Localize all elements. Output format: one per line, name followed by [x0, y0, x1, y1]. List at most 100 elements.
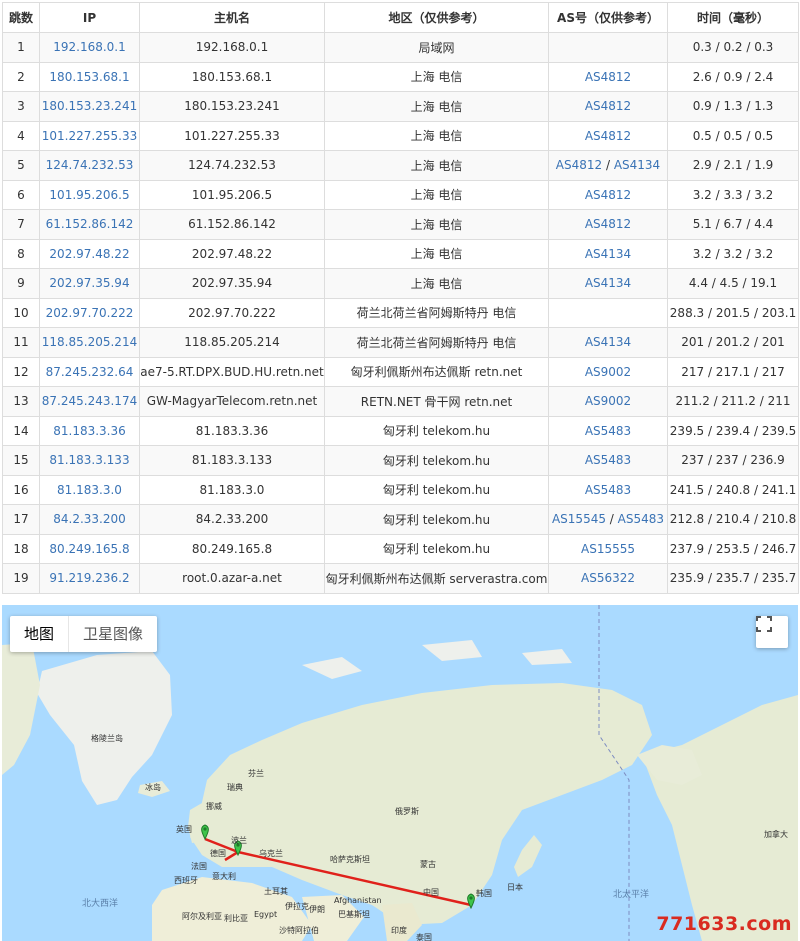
- label-italy: 意大利: [212, 872, 236, 881]
- cell-hostname: 81.183.3.0: [139, 474, 325, 505]
- cell-ip-text[interactable]: 81.183.3.133: [49, 453, 129, 467]
- cell-ip-text[interactable]: 101.227.255.33: [42, 129, 137, 143]
- as-link[interactable]: AS4812: [556, 158, 602, 172]
- cell-hostname-text: 101.95.206.5: [191, 187, 273, 202]
- cell-ip-text[interactable]: 101.95.206.5: [49, 188, 129, 202]
- cell-as: AS9002: [548, 356, 668, 387]
- cell-hostname-text: 81.183.3.133: [191, 453, 273, 468]
- cell-region: 上海 电信: [324, 179, 549, 210]
- cell-hop-text: 14: [13, 423, 29, 438]
- cell-ip: 202.97.35.94: [39, 268, 140, 299]
- cell-region: 匈牙利 telekom.hu: [324, 415, 549, 446]
- fullscreen-button[interactable]: [756, 616, 788, 648]
- cell-ip-text[interactable]: 80.249.165.8: [49, 542, 129, 556]
- cell-hostname-text: 202.97.35.94: [191, 276, 273, 291]
- cell-ip-text[interactable]: 202.97.48.22: [49, 247, 129, 261]
- cell-hop: 15: [2, 445, 40, 476]
- cell-time-text: 237 / 237 / 236.9: [681, 453, 785, 468]
- cell-region-text: 上海 电信: [410, 247, 463, 262]
- label-france: 法国: [191, 862, 207, 871]
- as-link[interactable]: AS56322: [581, 571, 635, 585]
- label-korea: 韩国: [476, 889, 492, 898]
- table-row: 4 101.227.255.33 101.227.255.33 上海 电信 AS4812…: [2, 120, 799, 151]
- cell-region-text: 上海 电信: [410, 276, 463, 291]
- as-link[interactable]: AS4812: [585, 129, 631, 143]
- as-link[interactable]: AS9002: [585, 365, 631, 379]
- cell-hostname: 124.74.232.53: [139, 150, 325, 181]
- label-thailand: 泰国: [416, 933, 432, 941]
- cell-hostname-text: 101.227.255.33: [184, 128, 280, 143]
- cell-hop: 18: [2, 533, 40, 564]
- cell-time: 4.4 / 4.5 / 19.1: [667, 268, 799, 299]
- as-link[interactable]: AS4134: [585, 247, 631, 261]
- cell-ip-text[interactable]: 180.153.68.1: [49, 70, 129, 84]
- cell-region: 上海 电信: [324, 61, 549, 92]
- cell-time: 212.8 / 210.4 / 210.8: [667, 504, 799, 535]
- cell-time-text: 2.9 / 2.1 / 1.9: [692, 158, 774, 173]
- cell-region-text: 上海 电信: [410, 158, 463, 173]
- cell-hop-text: 1: [17, 40, 25, 55]
- as-link[interactable]: AS5483: [585, 483, 631, 497]
- as-link[interactable]: AS4812: [585, 99, 631, 113]
- tab-map[interactable]: 地图: [10, 616, 68, 652]
- cell-hostname-text: 84.2.33.200: [195, 512, 269, 527]
- cell-ip-text[interactable]: 202.97.35.94: [49, 276, 129, 290]
- cell-time-text: 2.6 / 0.9 / 2.4: [692, 69, 774, 84]
- label-iran: 伊朗: [309, 905, 325, 914]
- cell-region-text: 上海 电信: [410, 70, 463, 85]
- cell-ip-text[interactable]: 202.97.70.222: [46, 306, 134, 320]
- cell-ip-text[interactable]: 180.153.23.241: [42, 99, 137, 113]
- as-link[interactable]: AS15555: [581, 542, 635, 556]
- as-link[interactable]: AS15545: [552, 512, 606, 526]
- cell-ip-text[interactable]: 61.152.86.142: [46, 217, 134, 231]
- cell-as: [548, 297, 668, 328]
- cell-time-text: 241.5 / 240.8 / 241.1: [669, 482, 797, 497]
- as-link[interactable]: AS5483: [618, 512, 664, 526]
- as-link[interactable]: AS5483: [585, 424, 631, 438]
- cell-time: 2.9 / 2.1 / 1.9: [667, 150, 799, 181]
- as-link[interactable]: AS9002: [585, 394, 631, 408]
- as-link[interactable]: AS4812: [585, 217, 631, 231]
- cell-hostname: 61.152.86.142: [139, 209, 325, 240]
- cell-region: 上海 电信: [324, 91, 549, 122]
- map-canvas[interactable]: [2, 605, 798, 941]
- as-link[interactable]: AS4812: [585, 188, 631, 202]
- label-algeria: 阿尔及利亚: [182, 912, 222, 921]
- cell-ip-text[interactable]: 81.183.3.36: [53, 424, 126, 438]
- header-time: 时间（毫秒）: [667, 2, 799, 33]
- cell-ip-text[interactable]: 91.219.236.2: [49, 571, 129, 585]
- cell-ip-text[interactable]: 124.74.232.53: [46, 158, 134, 172]
- as-link[interactable]: AS4812: [585, 70, 631, 84]
- cell-as: AS5483: [548, 415, 668, 446]
- label-poland: 波兰: [231, 836, 247, 845]
- cell-ip-text[interactable]: 192.168.0.1: [53, 40, 126, 54]
- cell-region-text: 匈牙利 telekom.hu: [382, 512, 491, 527]
- cell-region: 匈牙利 telekom.hu: [324, 445, 549, 476]
- route-map[interactable]: 地图 卫星图像 格陵兰岛 冰岛 芬兰 瑞典 挪威 英国 波兰 德国 乌克兰 法国…: [2, 605, 798, 941]
- cell-time-text: 201 / 201.2 / 201: [681, 335, 785, 350]
- as-link[interactable]: AS5483: [585, 453, 631, 467]
- cell-ip: 124.74.232.53: [39, 150, 140, 181]
- label-norway: 挪威: [206, 802, 222, 811]
- cell-hostname-text: 118.85.205.214: [184, 335, 280, 350]
- cell-region-text: 匈牙利佩斯州布达佩斯 serverastra.com: [325, 571, 548, 586]
- as-link[interactable]: AS4134: [614, 158, 660, 172]
- cell-hop: 3: [2, 91, 40, 122]
- cell-as: AS4812 / AS4134: [548, 150, 668, 181]
- as-link[interactable]: AS4134: [585, 276, 631, 290]
- cell-ip-text[interactable]: 81.183.3.0: [57, 483, 122, 497]
- tab-satellite[interactable]: 卫星图像: [68, 616, 157, 652]
- cell-ip-text[interactable]: 118.85.205.214: [42, 335, 137, 349]
- as-link[interactable]: AS4134: [585, 335, 631, 349]
- cell-ip: 192.168.0.1: [39, 32, 140, 63]
- cell-ip: 81.183.3.133: [39, 445, 140, 476]
- label-north-pacific: 北太平洋: [613, 890, 650, 900]
- table-row: 8 202.97.48.22 202.97.48.22 上海 电信 AS4134 3.2 …: [2, 238, 799, 269]
- cell-ip-text[interactable]: 84.2.33.200: [53, 512, 126, 526]
- cell-time-text: 3.2 / 3.3 / 3.2: [692, 187, 774, 202]
- cell-ip-text[interactable]: 87.245.243.174: [42, 394, 137, 408]
- cell-time-text: 0.9 / 1.3 / 1.3: [692, 99, 774, 114]
- cell-ip-text[interactable]: 87.245.232.64: [46, 365, 134, 379]
- cell-as: AS4134: [548, 327, 668, 358]
- cell-region-text: 匈牙利佩斯州布达佩斯 retn.net: [350, 365, 523, 380]
